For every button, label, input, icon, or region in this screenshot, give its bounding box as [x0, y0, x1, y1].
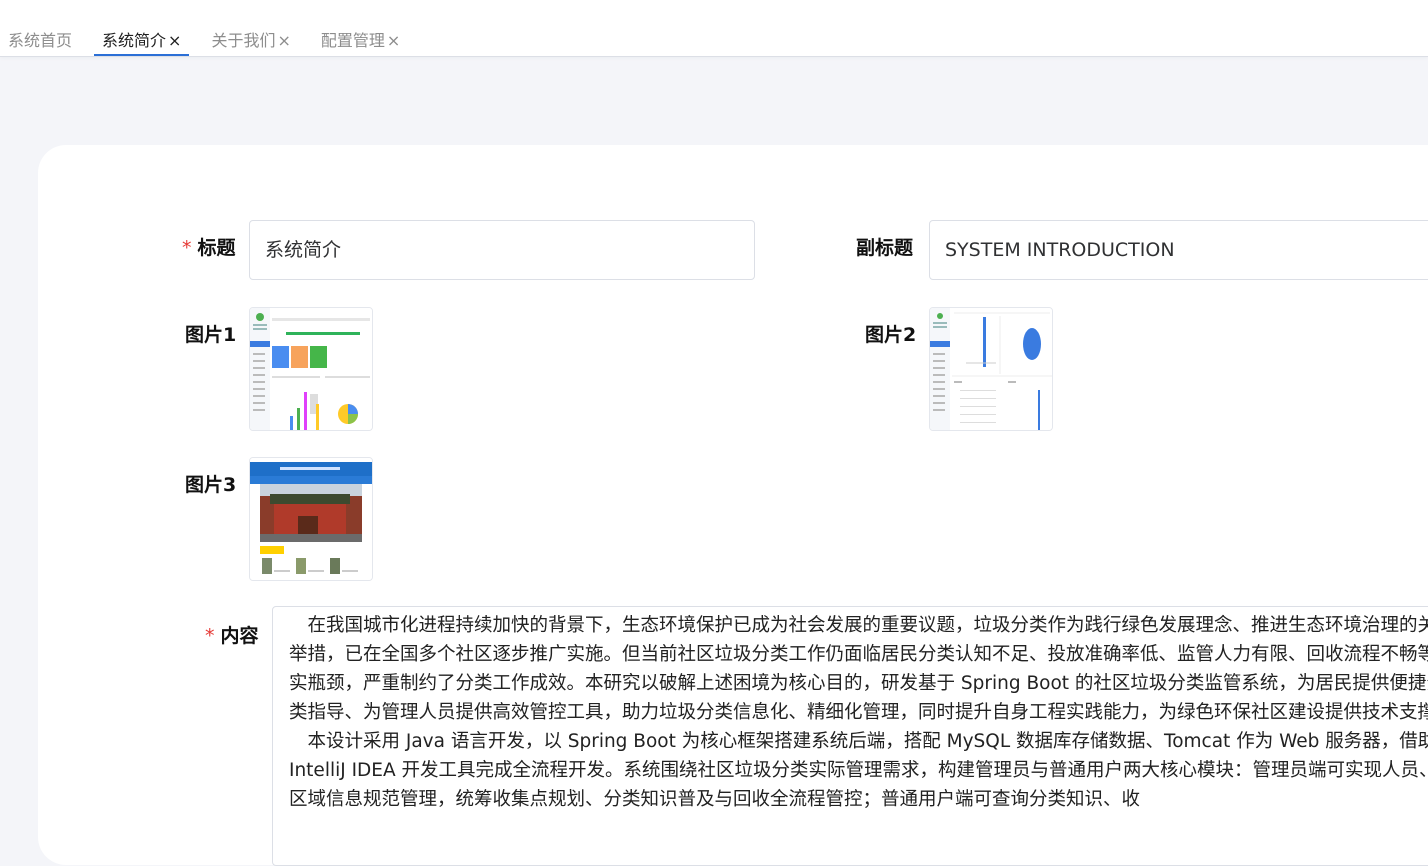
homepage-screenshot-image — [250, 458, 372, 580]
image1-thumbnail[interactable] — [249, 307, 373, 431]
tab-label: 关于我们 — [211, 31, 276, 50]
required-mark: * — [205, 625, 215, 647]
subtitle-input[interactable]: SYSTEM INTRODUCTION — [929, 220, 1428, 280]
image2-label: 图片2 — [865, 324, 917, 346]
required-mark: * — [182, 237, 192, 259]
content-paragraph: 本设计采用 Java 语言开发，以 Spring Boot 为核心框架搭建系统后… — [289, 731, 1428, 810]
image2-thumbnail[interactable] — [929, 307, 1053, 431]
image3-thumbnail[interactable] — [249, 457, 373, 581]
title-label-text: 标题 — [197, 237, 236, 259]
content-label-text: 内容 — [220, 625, 259, 647]
subtitle-label: 副标题 — [856, 233, 913, 260]
image1-label: 图片1 — [185, 324, 237, 346]
tab-about-us[interactable]: 关于我们 × — [203, 28, 298, 56]
tab-system-intro[interactable]: 系统简介 × — [94, 28, 190, 56]
top-bar: 系统首页 系统简介 × 关于我们 × 配置管理 × — [0, 0, 1428, 57]
subtitle-input-value: SYSTEM INTRODUCTION — [945, 239, 1175, 261]
content-label: * 内容 — [205, 621, 259, 648]
tab-bar: 系统首页 系统简介 × 关于我们 × 配置管理 × — [0, 28, 422, 56]
title-input[interactable]: 系统简介 — [249, 220, 755, 280]
tab-label: 系统简介 — [102, 31, 167, 50]
tab-config[interactable]: 配置管理 × — [313, 28, 408, 56]
close-icon[interactable]: × — [168, 31, 181, 50]
content-paragraph: 在我国城市化进程持续加快的背景下，生态环境保护已成为社会发展的重要议题，垃圾分类… — [289, 615, 1428, 723]
tab-label: 配置管理 — [320, 31, 385, 50]
dashboard-screenshot-image — [250, 308, 372, 430]
title-input-value: 系统简介 — [265, 239, 342, 261]
content-editor[interactable]: 在我国城市化进程持续加快的背景下，生态环境保护已成为社会发展的重要议题，垃圾分类… — [272, 606, 1428, 866]
statistics-screenshot-image — [930, 308, 1052, 430]
tab-label: 系统首页 — [8, 31, 73, 50]
close-icon[interactable]: × — [387, 31, 400, 50]
close-icon[interactable]: × — [277, 31, 290, 50]
subtitle-label-text: 副标题 — [856, 237, 914, 259]
tab-home[interactable]: 系统首页 — [0, 28, 80, 56]
image3-label: 图片3 — [185, 474, 237, 496]
title-label: * 标题 — [182, 233, 236, 260]
